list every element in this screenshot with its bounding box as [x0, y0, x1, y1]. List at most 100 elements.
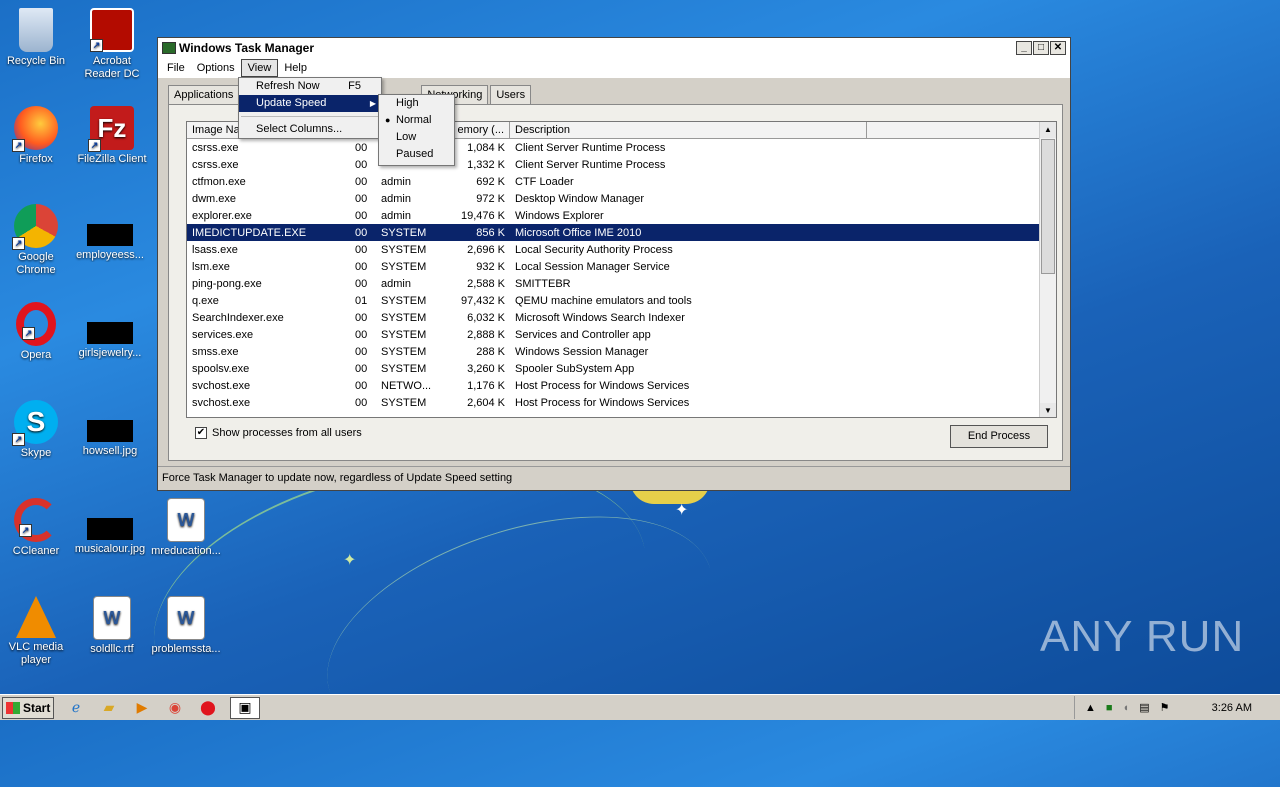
minimize-button[interactable]: _ [1016, 41, 1032, 55]
network-status-icon[interactable]: ■ [1106, 702, 1113, 714]
opera-icon: ↗ [16, 302, 56, 346]
end-process-button[interactable]: End Process [950, 425, 1048, 448]
chrome-taskbar-icon[interactable]: ◉ [164, 697, 186, 719]
cell-cpu: 00 [355, 277, 368, 290]
menu-item-refresh-now[interactable]: Refresh Now F5 [239, 78, 381, 95]
cell-memory: 2,888 K [467, 328, 505, 341]
image-file-icon [87, 518, 133, 540]
checkbox-checked-icon[interactable]: ✔ [195, 427, 207, 439]
table-row[interactable]: lsm.exe 00 SYSTEM 932 K Local Session Manage… [187, 258, 1056, 275]
desktop-icon-document[interactable]: W problemssta... [150, 596, 222, 656]
desktop-icon-acrobat[interactable]: ↗ Acrobat Reader DC [76, 8, 148, 81]
cell-description: Services and Controller app [515, 328, 651, 341]
desktop-icon-file[interactable]: musicalour.jpg [74, 498, 146, 556]
show-hidden-icons[interactable]: ▲ [1085, 702, 1096, 714]
column-description[interactable]: Description [510, 122, 867, 138]
cell-image-name: csrss.exe [192, 141, 239, 154]
image-file-icon [87, 420, 133, 442]
desktop-icon-recycle-bin[interactable]: Recycle Bin [0, 8, 72, 68]
cell-user: SYSTEM [381, 260, 427, 273]
update-speed-submenu: High ● Normal Low Paused [378, 94, 455, 166]
table-row[interactable]: IMEDICTUPDATE.EXE 00 SYSTEM 856 K Microsoft … [187, 224, 1056, 241]
desktop-icon-chrome[interactable]: ↗ Google Chrome [0, 204, 72, 277]
menu-item-label: Normal [396, 114, 432, 126]
menu-item-high[interactable]: High [379, 95, 454, 112]
desktop-icon-opera[interactable]: ↗ Opera [0, 302, 72, 362]
desktop-icon-file[interactable]: howsell.jpg [74, 400, 146, 458]
cell-memory: 692 K [476, 175, 505, 188]
desktop-icon-label: VLC media player [8, 641, 64, 666]
menu-item-low[interactable]: Low [379, 129, 454, 146]
desktop-icon-firefox[interactable]: ↗ Firefox [0, 106, 72, 166]
process-list[interactable]: Image Na emory (... Description csrss.ex… [186, 121, 1057, 418]
table-row[interactable]: services.exe 00 SYSTEM 2,888 K Services and … [187, 326, 1056, 343]
desktop-icon-vlc[interactable]: VLC media player [0, 596, 72, 667]
cell-description: Local Session Manager Service [515, 260, 670, 273]
table-row[interactable]: csrss.exe 00 1,332 K Client Server Runtime … [187, 156, 1056, 173]
menu-view[interactable]: View [240, 59, 279, 77]
table-row[interactable]: smss.exe 00 SYSTEM 288 K Windows Session Man… [187, 343, 1056, 360]
window-title: Windows Task Manager [179, 41, 315, 55]
network-icon[interactable]: ▤ [1139, 701, 1149, 714]
menu-file[interactable]: File [161, 60, 191, 76]
action-center-flag-icon[interactable]: ⚑ [1160, 701, 1170, 714]
tab-users[interactable]: Users [490, 85, 532, 104]
show-all-users-checkbox[interactable]: ✔ Show processes from all users [195, 427, 362, 439]
table-row[interactable]: spoolsv.exe 00 SYSTEM 3,260 K Spooler SubSys… [187, 360, 1056, 377]
table-row[interactable]: svchost.exe 00 NETWO... 1,176 K Host Process… [187, 377, 1056, 394]
scroll-up-arrow[interactable]: ▲ [1040, 122, 1056, 138]
table-row[interactable]: csrss.exe 00 1,084 K Client Server Runtime … [187, 139, 1056, 156]
maximize-button[interactable]: □ [1033, 41, 1049, 55]
desktop-icon-file[interactable]: employeess... [74, 204, 146, 262]
explorer-folder-icon[interactable]: ▰ [98, 697, 120, 719]
clock[interactable]: 3:26 AM [1212, 702, 1252, 714]
view-menu: Refresh Now F5 Update Speed ▶ Select Colum… [238, 77, 382, 139]
vertical-scrollbar[interactable]: ▲ ▼ [1039, 122, 1056, 417]
desktop-icon-document[interactable]: W mreducation... [150, 498, 222, 558]
table-row[interactable]: ctfmon.exe 00 admin 692 K CTF Loader [187, 173, 1056, 190]
task-manager-taskbar-icon[interactable]: ▣ [230, 696, 260, 719]
table-row[interactable]: q.exe 01 SYSTEM 97,432 K QEMU machine emulat… [187, 292, 1056, 309]
close-button[interactable]: ✕ [1050, 41, 1066, 55]
table-row[interactable]: lsass.exe 00 SYSTEM 2,696 K Local Security A… [187, 241, 1056, 258]
cell-user: admin [381, 192, 411, 205]
cell-description: Host Process for Windows Services [515, 379, 690, 392]
menu-options[interactable]: Options [191, 60, 241, 76]
menu-item-select-columns[interactable]: Select Columns... [239, 121, 381, 138]
title-bar[interactable]: Windows Task Manager _ □ ✕ [158, 38, 1070, 58]
menu-bar: File Options View Help [158, 58, 1070, 78]
menu-item-label: Refresh Now [256, 80, 320, 92]
desktop-icon-label: Skype [20, 447, 52, 459]
menu-item-normal[interactable]: ● Normal [379, 112, 454, 129]
desktop-icon-label: Firefox [19, 153, 53, 165]
desktop-icon-ccleaner[interactable]: ↗ CCleaner [0, 498, 72, 558]
table-row[interactable]: SearchIndexer.exe 00 SYSTEM 6,032 K Microsof… [187, 309, 1056, 326]
desktop-icon-label: problemssta... [151, 643, 221, 655]
vlc-icon [16, 596, 56, 638]
media-player-icon[interactable]: ▶ [131, 697, 153, 719]
opera-taskbar-icon[interactable]: ⬤ [197, 697, 219, 719]
table-row[interactable]: dwm.exe 00 admin 972 K Desktop Window Manage… [187, 190, 1056, 207]
cell-image-name: IMEDICTUPDATE.EXE [192, 226, 307, 239]
scroll-down-arrow[interactable]: ▼ [1040, 403, 1056, 417]
menu-item-update-speed[interactable]: Update Speed ▶ [239, 95, 381, 112]
table-row[interactable]: explorer.exe 00 admin 19,476 K Windows Explo… [187, 207, 1056, 224]
tab-applications[interactable]: Applications [168, 85, 240, 104]
menu-item-paused[interactable]: Paused [379, 146, 454, 163]
desktop-icon-filezilla[interactable]: Fz ↗ FileZilla Client [76, 106, 148, 166]
scroll-thumb[interactable] [1041, 139, 1055, 274]
cell-cpu: 00 [355, 311, 368, 324]
cell-description: SMITTEBR [515, 277, 571, 290]
menu-help[interactable]: Help [278, 60, 313, 76]
desktop-icon-file[interactable]: girlsjewelry... [74, 302, 146, 360]
desktop-icon-document[interactable]: W soldllc.rtf [76, 596, 148, 656]
table-row[interactable]: ping-pong.exe 00 admin 2,588 K SMITTEBR [187, 275, 1056, 292]
volume-icon[interactable]: ◖ [1123, 702, 1130, 714]
start-button[interactable]: Start [2, 696, 54, 719]
table-row[interactable]: svchost.exe 00 SYSTEM 2,604 K Host Process f… [187, 394, 1056, 411]
desktop-icon-skype[interactable]: S ↗ Skype [0, 400, 72, 460]
cell-image-name: explorer.exe [192, 209, 252, 222]
desktop-icon-label: howsell.jpg [82, 445, 138, 457]
internet-explorer-icon[interactable]: ℯ [65, 697, 87, 719]
start-label: Start [23, 700, 51, 715]
